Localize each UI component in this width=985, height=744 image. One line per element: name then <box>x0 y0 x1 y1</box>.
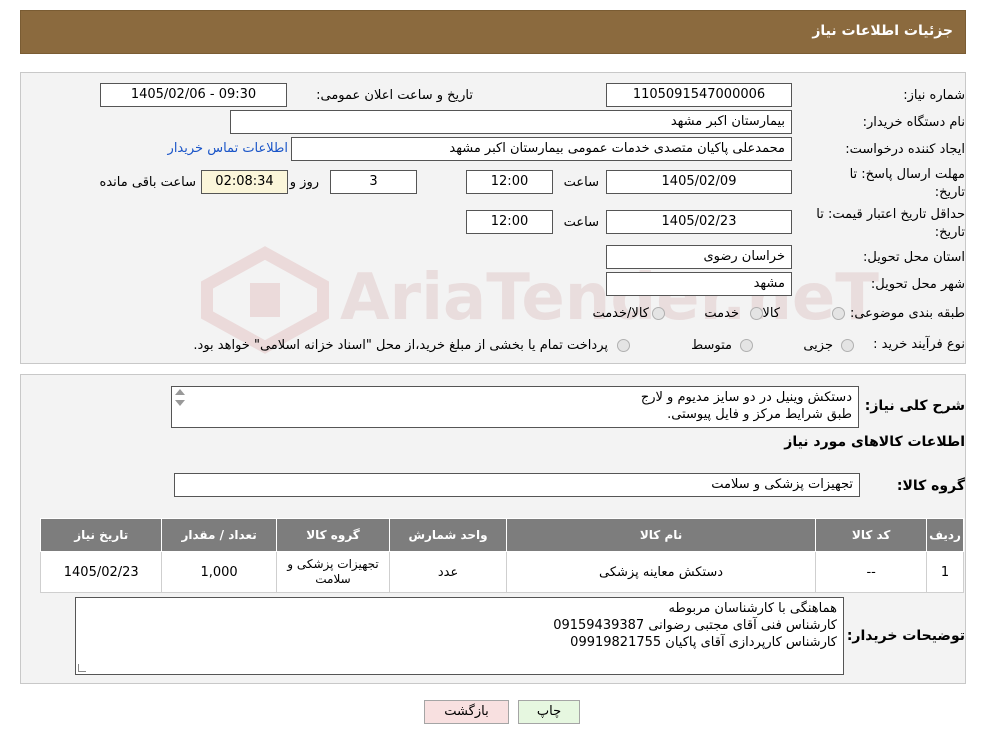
process-option-medium: متوسط <box>691 338 732 353</box>
validity-time-field: 12:00 <box>466 210 553 234</box>
need-number-label: شماره نیاز: <box>903 88 965 103</box>
validity-label-line1: حداقل تاریخ اعتبار قیمت: تا <box>816 207 965 222</box>
category-radio-goods-service[interactable] <box>652 307 665 320</box>
table-row: 1 -- دستکش معاینه پزشکی عدد تجهیزات پزشک… <box>39 551 964 593</box>
cell-row-number: 1 <box>926 551 964 593</box>
buyer-notes-line-1: هماهنگی با کارشناسان مربوطه <box>668 601 838 616</box>
creator-field: محمدعلی پاکیان متصدی خدمات عمومی بیمارست… <box>291 137 792 161</box>
province-field: خراسان رضوی <box>606 245 792 269</box>
deadline-time-label: ساعت <box>563 175 599 190</box>
deadline-label-line1: مهلت ارسال پاسخ: تا <box>849 167 965 182</box>
buyer-notes-label: توضیحات خریدار: <box>846 628 965 644</box>
summary-scroll-up-icon[interactable] <box>175 389 185 395</box>
col-unit: واحد شمارش <box>389 518 507 552</box>
remaining-time-label: ساعت باقی مانده <box>99 175 196 190</box>
city-field: مشهد <box>606 272 792 296</box>
col-goods-name: نام کالا <box>505 518 817 552</box>
process-radio-treasury[interactable] <box>617 339 630 352</box>
textarea-resize-grip-icon[interactable] <box>78 664 86 672</box>
province-label: استان محل تحویل: <box>863 250 965 265</box>
deadline-date-field: 1405/02/09 <box>606 170 792 194</box>
summary-line-2: طبق شرایط مرکز و فایل پیوستی. <box>667 407 852 422</box>
contact-buyer-link[interactable]: اطلاعات تماس خریدار <box>168 141 288 156</box>
goods-group-label: گروه کالا: <box>896 478 965 494</box>
announce-label: تاریخ و ساعت اعلان عمومی: <box>316 88 473 103</box>
goods-table-header-row: ردیف کد کالا نام کالا واحد شمارش گروه کا… <box>39 518 964 552</box>
days-field: 3 <box>330 170 417 194</box>
buyer-notes-textarea[interactable]: هماهنگی با کارشناسان مربوطه کارشناس فنی … <box>75 597 844 675</box>
buyer-notes-line-3: کارشناس کارپردازی آقای پاکیان 0991982175… <box>570 635 837 650</box>
process-note: پرداخت تمام یا بخشی از مبلغ خرید،از محل … <box>193 338 608 353</box>
goods-info-title: اطلاعات کالاهای مورد نیاز <box>784 434 965 450</box>
summary-label: شرح کلی نیاز: <box>864 398 965 414</box>
summary-textarea[interactable]: دستکش وینیل در دو سایز مدیوم و لارج طبق … <box>171 386 859 428</box>
cell-unit: عدد <box>389 551 507 593</box>
back-button[interactable]: بازگشت <box>424 700 509 724</box>
city-label: شهر محل تحویل: <box>870 277 965 292</box>
page-header: جزئیات اطلاعات نیاز <box>20 10 966 54</box>
print-button[interactable]: چاپ <box>518 700 580 724</box>
summary-line-1: دستکش وینیل در دو سایز مدیوم و لارج <box>640 390 852 405</box>
validity-time-label: ساعت <box>563 215 599 230</box>
col-quantity: تعداد / مقدار <box>161 518 277 552</box>
validity-date-field: 1405/02/23 <box>606 210 792 234</box>
category-radio-service[interactable] <box>750 307 763 320</box>
days-label: روز و <box>289 175 319 190</box>
buyer-notes-line-2: کارشناس فنی آقای مجتبی رضوانی 0915943938… <box>553 618 837 633</box>
category-option-goods: کالا <box>762 306 780 321</box>
process-option-minor: جزیی <box>803 338 833 353</box>
cell-goods-name: دستکش معاینه پزشکی <box>505 551 817 593</box>
col-goods-group: گروه کالا <box>275 518 391 552</box>
remaining-time-field: 02:08:34 <box>201 170 288 194</box>
category-option-goods-service: کالا/خدمت <box>592 306 649 321</box>
process-label: نوع فرآیند خرید : <box>873 337 965 352</box>
deadline-time-field: 12:00 <box>466 170 553 194</box>
process-radio-minor[interactable] <box>841 339 854 352</box>
process-radio-medium[interactable] <box>740 339 753 352</box>
announce-field: 1405/02/06 - 09:30 <box>100 83 287 107</box>
buyer-org-label: نام دستگاه خریدار: <box>862 115 965 130</box>
buyer-org-field: بیمارستان اکبر مشهد <box>230 110 792 134</box>
goods-table: ردیف کد کالا نام کالا واحد شمارش گروه کا… <box>39 518 964 593</box>
summary-scroll-down-icon[interactable] <box>175 400 185 406</box>
page-title: جزئیات اطلاعات نیاز <box>812 23 953 39</box>
col-row-number: ردیف <box>926 518 964 552</box>
deadline-label-line2: تاریخ: <box>934 185 965 200</box>
col-need-date: تاریخ نیاز <box>39 518 163 552</box>
col-goods-code: کد کالا <box>815 518 928 552</box>
cell-need-date: 1405/02/23 <box>39 551 163 593</box>
goods-group-field: تجهیزات پزشکی و سلامت <box>174 473 860 497</box>
cell-goods-code: -- <box>815 551 928 593</box>
need-number-field: 1105091547000006 <box>606 83 792 107</box>
category-option-service: خدمت <box>704 306 739 321</box>
cell-quantity: 1,000 <box>161 551 277 593</box>
category-radio-goods[interactable] <box>832 307 845 320</box>
creator-label: ایجاد کننده درخواست: <box>845 142 965 157</box>
category-label: طبقه بندی موضوعی: <box>849 306 965 321</box>
cell-goods-group: تجهیزات پزشکی و سلامت <box>275 551 391 593</box>
validity-label-line2: تاریخ: <box>934 225 965 240</box>
